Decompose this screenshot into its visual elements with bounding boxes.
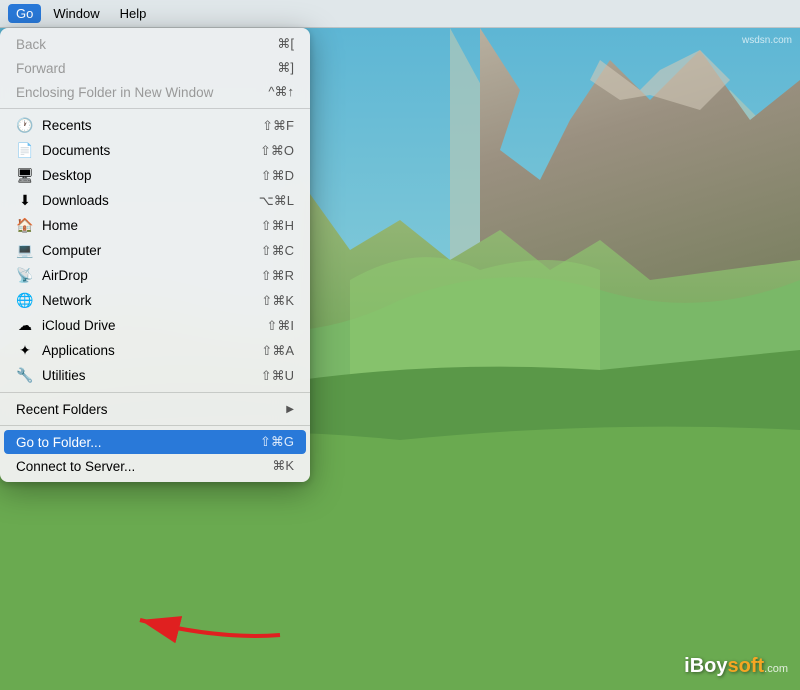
separator-3 xyxy=(0,425,310,426)
menu-item-applications[interactable]: ✦ Applications ⇧⌘A xyxy=(0,338,310,363)
menu-item-forward[interactable]: Forward ⌘] xyxy=(0,56,310,80)
iboysoft-watermark: iBoy soft .com xyxy=(684,655,788,678)
menu-item-recents[interactable]: 🕐 Recents ⇧⌘F xyxy=(0,113,310,138)
menu-item-enclosing[interactable]: Enclosing Folder in New Window ^⌘↑ xyxy=(0,80,310,104)
menu-item-downloads[interactable]: ⬇ Downloads ⌥⌘L xyxy=(0,188,310,213)
utilities-icon: 🔧 xyxy=(16,367,34,384)
menu-bar-items: Go Window Help xyxy=(8,4,154,23)
menu-bar-go[interactable]: Go xyxy=(8,4,41,23)
menu-item-computer[interactable]: 💻 Computer ⇧⌘C xyxy=(0,238,310,263)
menu-item-documents[interactable]: 📄 Documents ⇧⌘O xyxy=(0,138,310,163)
menu-item-network[interactable]: 🌐 Network ⇧⌘K xyxy=(0,288,310,313)
menu-item-utilities[interactable]: 🔧 Utilities ⇧⌘U xyxy=(0,363,310,388)
downloads-icon: ⬇ xyxy=(16,192,34,209)
icloud-icon: ☁ xyxy=(16,317,34,334)
wsdsn-watermark: wsdsn.com xyxy=(742,35,792,46)
documents-icon: 📄 xyxy=(16,142,34,159)
watermark-soft-text: soft xyxy=(727,655,764,678)
watermark-com-text: .com xyxy=(764,663,788,675)
menu-bar: Go Window Help xyxy=(0,0,800,28)
menu-item-back[interactable]: Back ⌘[ xyxy=(0,32,310,56)
menu-item-icloud[interactable]: ☁ iCloud Drive ⇧⌘I xyxy=(0,313,310,338)
computer-icon: 💻 xyxy=(16,242,34,259)
airdrop-icon: 📡 xyxy=(16,267,34,284)
applications-icon: ✦ xyxy=(16,342,34,359)
menu-item-connect-to-server[interactable]: Connect to Server... ⌘K xyxy=(0,454,310,478)
desktop-icon: 🖥 xyxy=(16,167,34,184)
menu-item-home[interactable]: 🏠 Home ⇧⌘H xyxy=(0,213,310,238)
menu-item-recent-folders[interactable]: Recent Folders xyxy=(0,397,310,421)
menu-bar-window[interactable]: Window xyxy=(45,4,107,23)
separator-1 xyxy=(0,108,310,109)
home-icon: 🏠 xyxy=(16,217,34,234)
menu-bar-help[interactable]: Help xyxy=(112,4,155,23)
recents-icon: 🕐 xyxy=(16,117,34,134)
menu-item-airdrop[interactable]: 📡 AirDrop ⇧⌘R xyxy=(0,263,310,288)
network-icon: 🌐 xyxy=(16,292,34,309)
menu-item-desktop[interactable]: 🖥 Desktop ⇧⌘D xyxy=(0,163,310,188)
separator-2 xyxy=(0,392,310,393)
menu-item-go-to-folder[interactable]: Go to Folder... ⇧⌘G xyxy=(4,430,306,454)
watermark-iboy-text: iBoy xyxy=(684,655,727,678)
go-menu-dropdown: Back ⌘[ Forward ⌘] Enclosing Folder in N… xyxy=(0,28,310,482)
